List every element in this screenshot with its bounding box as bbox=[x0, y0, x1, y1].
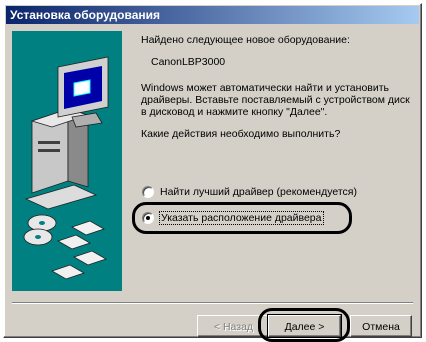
cancel-button[interactable]: Отмена bbox=[350, 315, 412, 337]
radio-find-best-driver[interactable]: Найти лучший драйвер (рекомендуется) bbox=[142, 184, 357, 200]
wizard-illustration bbox=[12, 31, 122, 291]
highlight-annotation bbox=[132, 202, 352, 234]
found-hardware-text: Найдено следующее новое оборудование: bbox=[141, 34, 350, 46]
radio-label-find-best-driver[interactable]: Найти лучший драйвер (рекомендуется) bbox=[160, 186, 357, 198]
radio-button[interactable] bbox=[142, 186, 154, 198]
button-separator bbox=[12, 302, 413, 304]
highlight-annotation-next bbox=[258, 308, 350, 342]
wizard-content: Найдено следующее новое оборудование: Ca… bbox=[141, 34, 413, 150]
hardware-wizard-dialog: Установка оборудования Найдено следующее… bbox=[3, 3, 422, 342]
cd-icon bbox=[23, 214, 57, 246]
title-bar[interactable]: Установка оборудования bbox=[6, 6, 419, 24]
diskette-icon bbox=[51, 220, 107, 280]
computer-illustration-icon bbox=[23, 56, 109, 280]
device-name: CanonLBP3000 bbox=[151, 56, 226, 68]
description-text: Windows может автоматически найти и уста… bbox=[141, 82, 410, 118]
question-text: Какие действия необходимо выполнить? bbox=[141, 128, 341, 140]
